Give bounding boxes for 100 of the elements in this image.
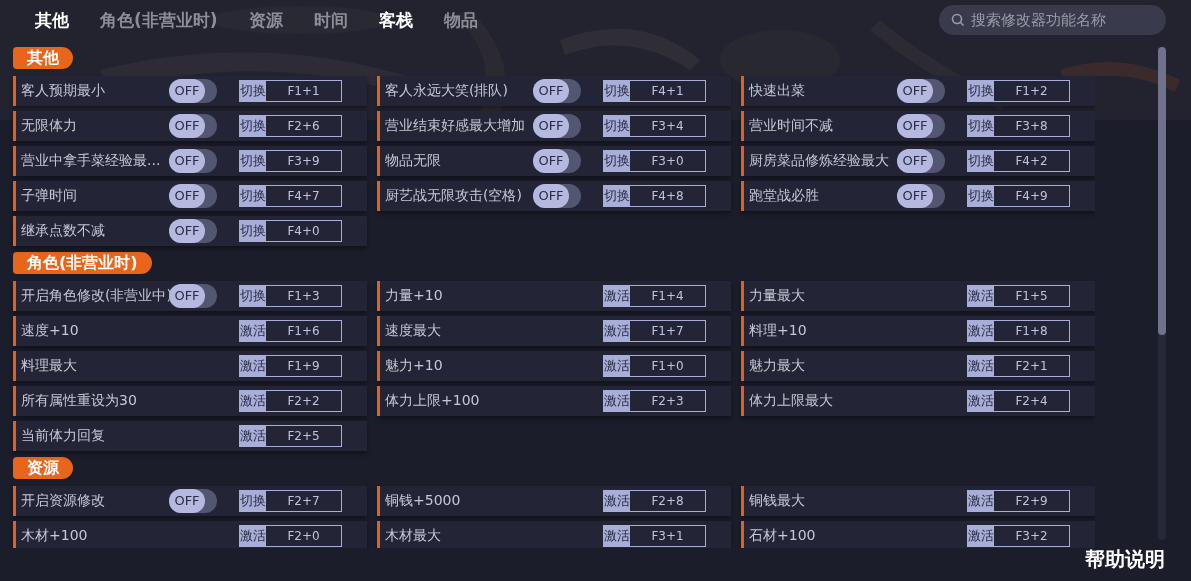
action-button[interactable]: 激活	[968, 391, 994, 411]
action-button[interactable]: 切换	[604, 81, 630, 101]
cheat-label: 客人永远大笑(排队)	[385, 82, 509, 100]
tab[interactable]: 客栈	[378, 8, 413, 32]
action-button[interactable]: 激活	[604, 321, 630, 341]
hotkey-text: F1+6	[286, 323, 321, 340]
hotkey-text: F1+7	[650, 323, 685, 340]
cheat-label: 铜钱+5000	[385, 492, 462, 510]
cheat-label: 子弹时间	[21, 187, 78, 205]
hotkey-text: F4+7	[286, 188, 321, 205]
action-button[interactable]: 切换	[968, 81, 994, 101]
hotkey-text: F3+0	[650, 153, 685, 170]
cheat-label: 魅力+10	[385, 357, 444, 375]
toggle-switch[interactable]: OFF	[897, 79, 945, 103]
action-button[interactable]: 切换	[968, 186, 994, 206]
action-button[interactable]: 切换	[240, 221, 266, 241]
cheat-label: 厨房菜品修炼经验最大	[749, 152, 890, 170]
action-button[interactable]: 激活	[968, 491, 994, 511]
cheat-label: 跑堂战必胜	[749, 187, 820, 205]
tab[interactable]: 时间	[313, 8, 348, 32]
hotkey-text: F1+5	[1014, 288, 1049, 305]
hotkey-text: F4+9	[1014, 188, 1049, 205]
cheat-label: 继承点数不减	[21, 222, 106, 240]
action-button[interactable]: 激活	[604, 356, 630, 376]
section-title: 资源	[13, 457, 73, 479]
toggle-switch[interactable]: OFF	[533, 114, 581, 138]
cheat-label: 木材+100	[21, 527, 89, 545]
action-button[interactable]: 切换	[240, 116, 266, 136]
hotkey-text: F1+2	[1014, 83, 1049, 100]
toggle-switch[interactable]: OFF	[169, 79, 217, 103]
toggle-switch[interactable]: OFF	[897, 184, 945, 208]
hotkey-text: F2+6	[286, 118, 321, 135]
toggle-switch[interactable]: OFF	[533, 79, 581, 103]
search-field[interactable]: 搜索修改器功能名称	[939, 5, 1166, 35]
tab[interactable]: 角色(非营业时)	[100, 8, 218, 32]
hotkey-text: F3+1	[650, 528, 685, 545]
toggle-switch[interactable]: OFF	[897, 149, 945, 173]
cheat-label: 速度最大	[385, 322, 442, 340]
hotkey-text: F2+5	[286, 428, 321, 445]
action-button[interactable]: 激活	[240, 391, 266, 411]
action-button[interactable]: 切换	[240, 491, 266, 511]
action-button[interactable]: 切换	[604, 186, 630, 206]
tab[interactable]: 物品	[443, 8, 478, 32]
cheat-label: 速度+10	[21, 322, 80, 340]
action-button[interactable]: 激活	[968, 356, 994, 376]
tab[interactable]: 资源	[248, 8, 283, 32]
search-icon	[951, 13, 965, 27]
action-button[interactable]: 激活	[604, 526, 630, 546]
toggle-switch[interactable]: OFF	[169, 149, 217, 173]
action-button[interactable]: 切换	[968, 151, 994, 171]
action-button[interactable]: 切换	[968, 116, 994, 136]
section-title: 角色(非营业时)	[13, 252, 152, 274]
action-button[interactable]: 切换	[240, 81, 266, 101]
cheat-label: 当前体力回复	[21, 427, 106, 445]
action-button[interactable]: 激活	[968, 321, 994, 341]
action-button[interactable]: 激活	[968, 286, 994, 306]
hotkey-text: F3+2	[1014, 528, 1049, 545]
toggle-switch[interactable]: OFF	[533, 149, 581, 173]
hotkey-text: F2+1	[1014, 358, 1049, 375]
toggle-switch[interactable]: OFF	[169, 114, 217, 138]
hotkey-text: F4+8	[650, 188, 685, 205]
hotkey-text: F4+2	[1014, 153, 1049, 170]
action-button[interactable]: 激活	[604, 286, 630, 306]
hotkey-text: F2+9	[1014, 493, 1049, 510]
action-button[interactable]: 激活	[240, 321, 266, 341]
toggle-switch[interactable]: OFF	[169, 489, 217, 513]
toggle-switch[interactable]: OFF	[897, 114, 945, 138]
cheat-label: 木材最大	[385, 527, 442, 545]
section-title: 其他	[13, 47, 73, 69]
action-button[interactable]: 激活	[240, 526, 266, 546]
action-button[interactable]: 切换	[604, 116, 630, 136]
toggle-switch[interactable]: OFF	[169, 184, 217, 208]
scrollbar[interactable]	[1158, 47, 1166, 540]
action-button[interactable]: 切换	[240, 151, 266, 171]
action-button[interactable]: 切换	[240, 186, 266, 206]
action-button[interactable]: 切换	[604, 151, 630, 171]
cheat-label: 营业结束好感最大增加	[385, 117, 526, 135]
help-button[interactable]: 帮助说明	[1085, 546, 1165, 573]
cheat-label: 所有属性重设为30	[21, 392, 138, 410]
cheat-label: 开启资源修改	[21, 492, 106, 510]
action-button[interactable]: 激活	[604, 491, 630, 511]
cheat-label: 石材+100	[749, 527, 817, 545]
hotkey-text: F3+8	[1014, 118, 1049, 135]
hotkey-text: F1+3	[286, 288, 321, 305]
hotkey-text: F1+4	[650, 288, 685, 305]
cheat-label: 体力上限+100	[385, 392, 481, 410]
cheat-label: 料理最大	[21, 357, 78, 375]
cheat-label: 快速出菜	[749, 82, 806, 100]
toggle-switch[interactable]: OFF	[533, 184, 581, 208]
action-button[interactable]: 切换	[240, 286, 266, 306]
action-button[interactable]: 激活	[604, 391, 630, 411]
action-button[interactable]: 激活	[968, 526, 994, 546]
cheat-label: 料理+10	[749, 322, 808, 340]
scrollbar-thumb[interactable]	[1158, 47, 1166, 335]
toggle-switch[interactable]: OFF	[169, 219, 217, 243]
tab[interactable]: 其他	[35, 8, 69, 32]
action-button[interactable]: 激活	[240, 356, 266, 376]
cheat-label: 厨艺战无限攻击(空格)	[385, 187, 523, 205]
hotkey-text: F1+1	[286, 83, 321, 100]
action-button[interactable]: 激活	[240, 426, 266, 446]
